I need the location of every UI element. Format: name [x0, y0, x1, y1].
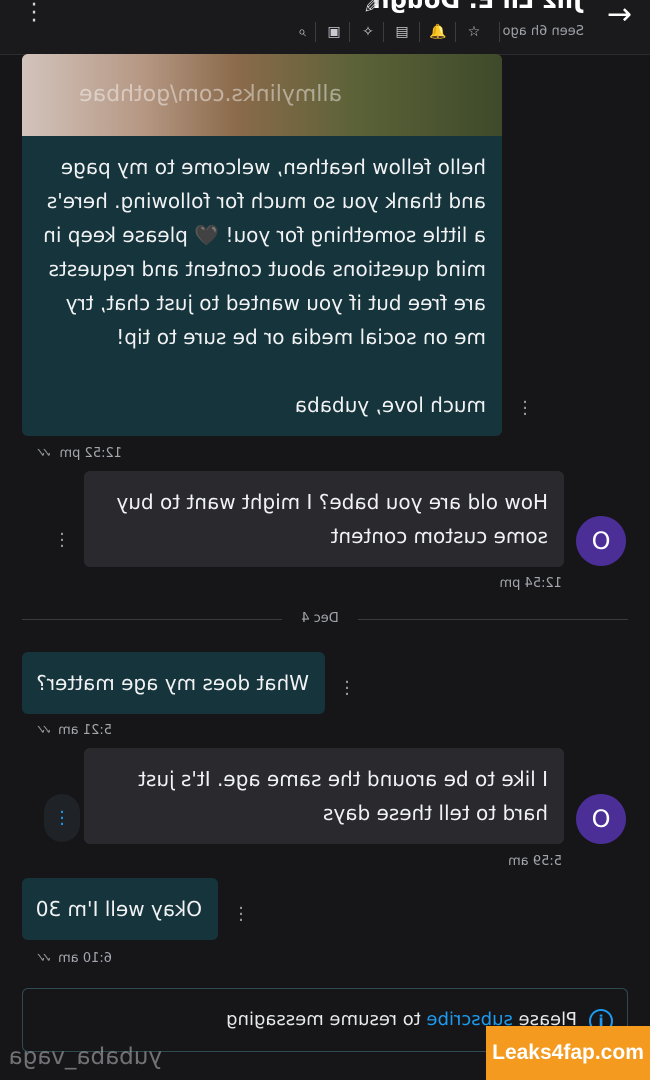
star-icon[interactable]: ☆	[464, 22, 484, 42]
bell-icon[interactable]: 🔔	[428, 22, 448, 42]
header-separator	[383, 22, 384, 42]
edit-icon[interactable]: ✎	[363, 0, 380, 18]
message-text: Okay well I'm 30	[35, 897, 202, 921]
double-check-icon: ✓✓	[40, 723, 52, 738]
message-bubble[interactable]: What does my age matter?	[22, 652, 325, 714]
header-separator	[419, 22, 420, 42]
message-time: 12:52 pm	[59, 446, 122, 461]
message-options-icon[interactable]: · · ·	[55, 524, 69, 557]
mirrored-screen: ← Jiiz Lil E. Dough ✎ Seen 6h ago ☆ 🔔 ▤ …	[0, 0, 650, 1080]
date-divider: Dec 4	[301, 611, 339, 626]
message-options-icon[interactable]: · · ·	[234, 898, 248, 931]
image-icon[interactable]: ▣	[324, 22, 344, 42]
avatar[interactable]: O	[576, 516, 626, 566]
message-text: What does my age matter?	[36, 671, 309, 695]
arrow-left-icon[interactable]: ←	[607, 0, 632, 32]
pin-icon[interactable]: ✧	[358, 22, 378, 42]
message-options-icon[interactable]: · · ·	[55, 802, 69, 835]
message-image[interactable]: allmylinks.com/gothbae	[22, 54, 502, 136]
message-time: 6:10 am	[58, 951, 112, 966]
message-bubble[interactable]: hello fellow heathen, welcome to my page…	[22, 136, 502, 436]
message-options-icon[interactable]: · · ·	[518, 392, 532, 425]
message-text: hello fellow heathen, welcome to my page…	[43, 155, 486, 417]
last-seen-status: Seen 6h ago	[502, 24, 584, 39]
header-separator	[349, 22, 350, 42]
notice-suffix: to resume messaging	[226, 1009, 427, 1030]
search-icon[interactable]: ⌕	[292, 22, 312, 42]
header-separator	[315, 22, 316, 42]
header-separator	[499, 22, 500, 42]
double-check-icon: ✓✓	[40, 446, 52, 461]
message-time: 5:59 am	[508, 854, 562, 869]
chat-title: Jiiz Lil E. Dough	[372, 0, 582, 14]
chat-header: ← Jiiz Lil E. Dough ✎ Seen 6h ago ☆ 🔔 ▤ …	[0, 0, 650, 55]
username-watermark: yubaba_vaga	[8, 1044, 162, 1070]
message-time: 5:21 am	[58, 723, 112, 738]
image-watermark: allmylinks.com/gothbae	[79, 82, 342, 107]
message-bubble[interactable]: How old are you babe? I might want to bu…	[84, 471, 564, 567]
message-bubble[interactable]: I like to be around the same age. It's j…	[84, 748, 564, 844]
message-options-icon[interactable]: · · ·	[340, 672, 354, 705]
message-text: I like to be around the same age. It's j…	[138, 767, 548, 825]
list-icon[interactable]: ▤	[392, 22, 412, 42]
message-text: How old are you babe? I might want to bu…	[116, 490, 548, 548]
message-bubble[interactable]: Okay well I'm 30	[22, 878, 218, 940]
double-check-icon: ✓✓	[40, 951, 52, 966]
message-time: 12:54 pm	[499, 576, 562, 591]
date-divider-line	[22, 619, 282, 620]
avatar[interactable]: O	[576, 794, 626, 844]
header-separator	[455, 22, 456, 42]
more-vertical-icon[interactable]: · · ·	[28, 0, 40, 34]
site-watermark-badge: Leaks4fap.com	[486, 1026, 650, 1080]
date-divider-line	[358, 619, 628, 620]
